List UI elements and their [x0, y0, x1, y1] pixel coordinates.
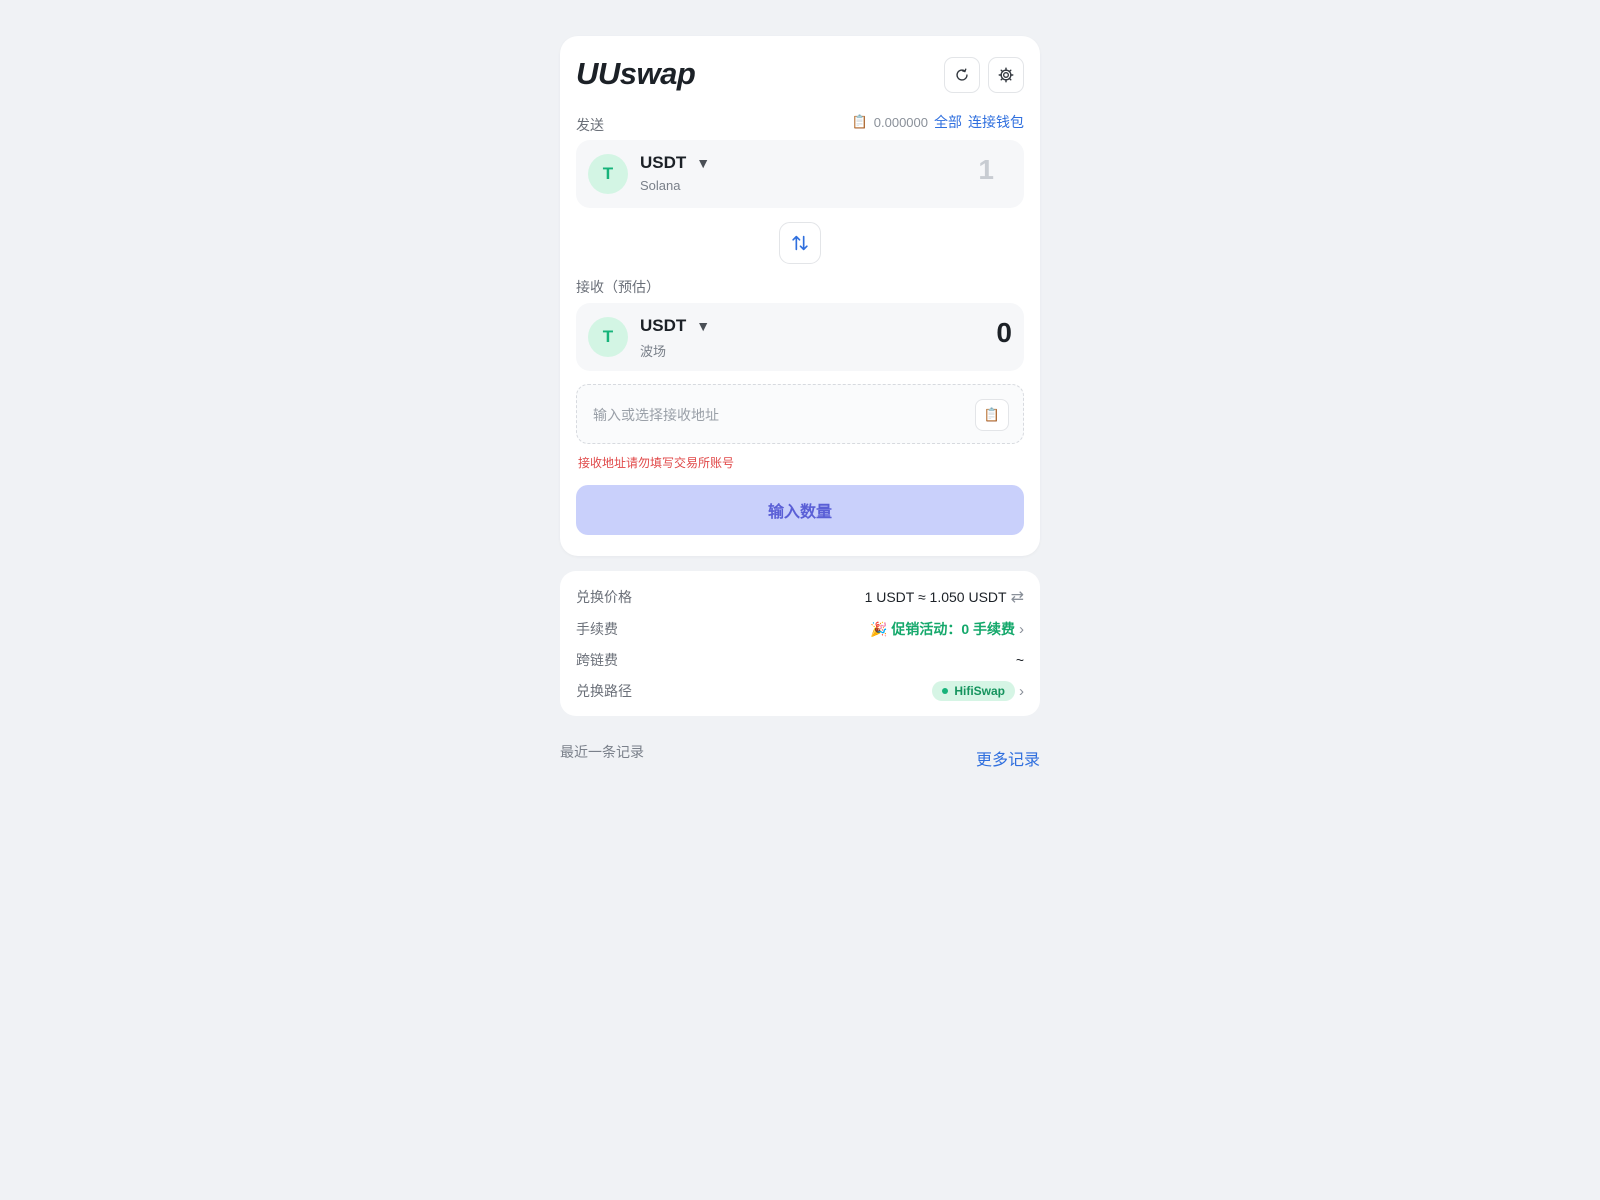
rate-label: 兑换价格 [576, 589, 632, 605]
balance-row: 📋 0.000000 全部 连接钱包 [852, 112, 1024, 132]
swap-details-card: 兑换价格 1 USDT ≈ 1.050 USDT ⇄ 手续费 🎉 促销活动：0 … [560, 571, 1040, 716]
invert-rate-icon[interactable]: ⇄ [1011, 587, 1024, 607]
more-records-link[interactable]: 更多记录 [976, 746, 1040, 770]
fee-value-group[interactable]: 🎉 促销活动：0 手续费 › [870, 619, 1024, 639]
clipboard-icon: 📋 [983, 407, 1001, 422]
caret-down-icon: ▼ [696, 155, 711, 171]
bridge-fee-label: 跨链费 [576, 652, 618, 668]
clipboard-icon: 📋 [851, 114, 868, 129]
bridge-fee-row: 跨链费 ~ [576, 648, 1024, 672]
route-badge: HifiSwap [932, 681, 1015, 701]
receive-amount: 0 [996, 317, 1012, 348]
receive-token-avatar: T [588, 317, 628, 357]
route-value: HifiSwap [954, 684, 1005, 698]
send-token-box: T USDT ▼ Solana 1 [576, 140, 1024, 208]
swap-direction-button[interactable] [779, 222, 821, 264]
send-token-symbol: USDT [640, 153, 687, 172]
rate-value: 1 USDT ≈ 1.050 USDT [864, 589, 1007, 605]
refresh-button[interactable] [944, 57, 980, 93]
paste-address-button[interactable]: 📋 [975, 399, 1009, 431]
send-token-avatar: T [588, 154, 628, 194]
max-all-link[interactable]: 全部 [934, 112, 962, 132]
route-value-group[interactable]: HifiSwap › [932, 681, 1024, 701]
settings-button[interactable] [988, 57, 1024, 93]
caret-down-icon: ▼ [696, 318, 711, 334]
send-amount-input[interactable]: 1 [978, 154, 994, 186]
chevron-right-icon: › [1019, 682, 1024, 700]
receive-token-selector[interactable]: USDT ▼ [640, 316, 710, 336]
route-label: 兑换路径 [576, 683, 632, 699]
chevron-right-icon: › [1019, 620, 1024, 638]
refresh-icon [956, 68, 968, 81]
fee-row: 手续费 🎉 促销活动：0 手续费 › [576, 617, 1024, 641]
receive-label: 接收（预估） [576, 279, 660, 295]
address-warning: 接收地址请勿填写交易所账号 [578, 456, 735, 470]
app-logo: UUswap [576, 56, 696, 91]
rate-row: 兑换价格 1 USDT ≈ 1.050 USDT ⇄ [576, 585, 1024, 609]
send-token-selector[interactable]: USDT ▼ [640, 153, 710, 173]
gear-icon [998, 67, 1014, 83]
send-label: 发送 [576, 117, 604, 133]
receive-token-symbol: USDT [640, 316, 687, 335]
recent-record-label: 最近一条记录 [560, 744, 644, 760]
fee-label: 手续费 [576, 621, 618, 637]
fee-promo-value: 🎉 促销活动：0 手续费 [870, 621, 1015, 637]
connect-wallet-link[interactable]: 连接钱包 [968, 112, 1024, 132]
route-row: 兑换路径 HifiSwap › [576, 679, 1024, 703]
status-dot-icon [942, 688, 949, 694]
send-chain-name: Solana [640, 178, 681, 193]
address-field: 📋 [576, 384, 1024, 444]
address-input[interactable] [593, 404, 953, 426]
bridge-fee-value: ~ [1015, 652, 1024, 668]
receive-chain-name: 波场 [640, 344, 667, 359]
receive-token-box: T USDT ▼ 波场 0 [576, 303, 1024, 371]
enter-amount-button[interactable]: 输入数量 [576, 485, 1024, 535]
balance-value: 0.000000 [873, 114, 928, 130]
swap-vertical-icon [792, 235, 808, 251]
rate-value-group: 1 USDT ≈ 1.050 USDT ⇄ [865, 587, 1024, 607]
swap-card: UUswap 发送 📋 0.000000 全部 连接钱包 T USDT ▼ So… [560, 36, 1040, 556]
